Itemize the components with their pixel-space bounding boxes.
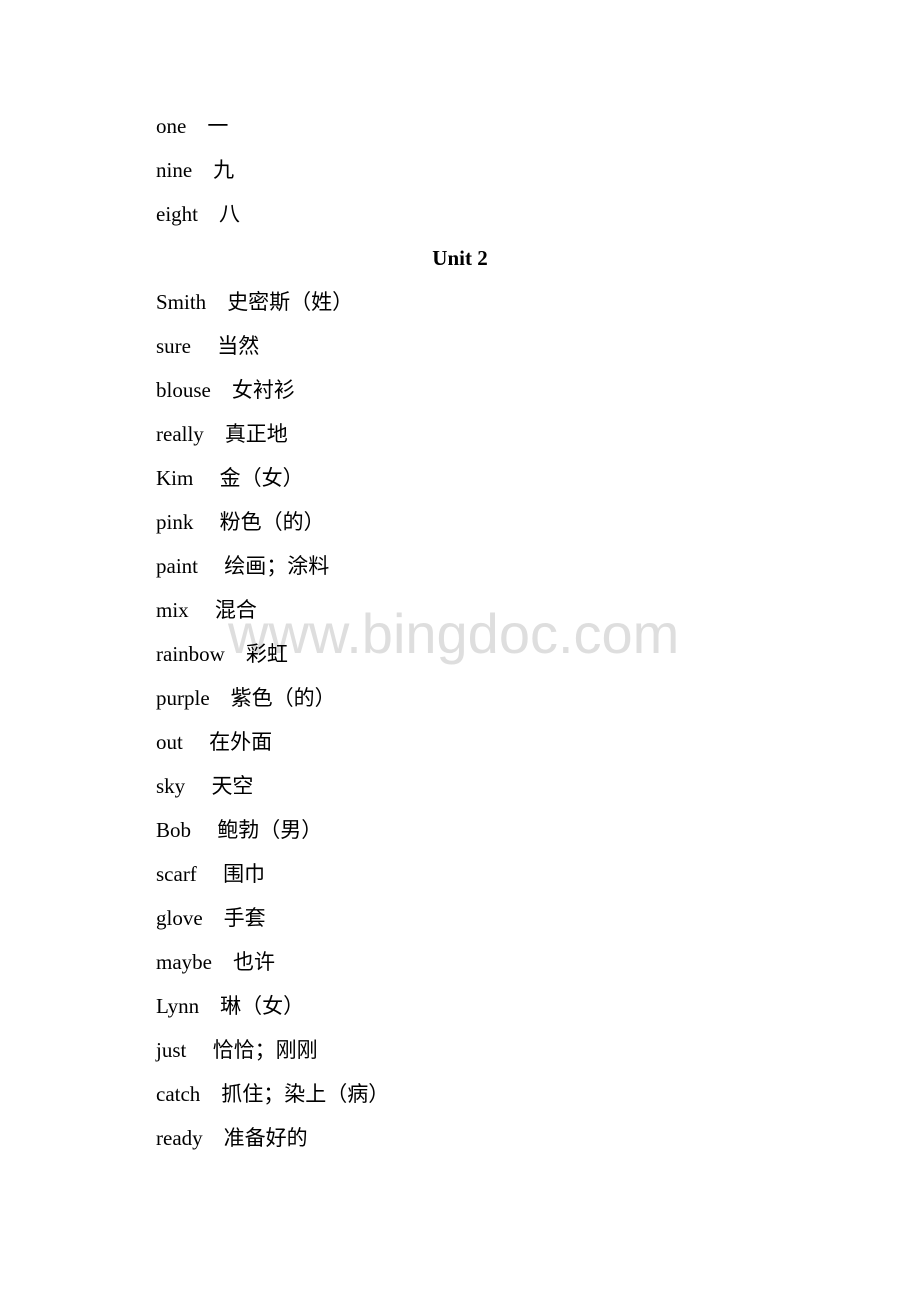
chinese-translation: 真正地 — [224, 422, 288, 446]
vocabulary-entry: scarf 围巾 — [156, 862, 265, 886]
vocabulary-entry: Smith 史密斯（姓） — [156, 290, 353, 314]
chinese-translation: 恰恰；刚刚 — [212, 1038, 318, 1062]
english-word: purple — [156, 686, 210, 710]
vocabulary-entry: eight 八 — [156, 202, 240, 226]
vocabulary-entry: really 真正地 — [156, 422, 288, 446]
chinese-translation: 八 — [219, 202, 240, 226]
vocabulary-entry: out 在外面 — [156, 730, 272, 754]
chinese-translation: 绘画；涂料 — [224, 554, 330, 578]
chinese-translation: 在外面 — [209, 730, 273, 754]
vocabulary-entry: nine 九 — [156, 158, 234, 182]
unit-heading: Unit 2 — [432, 246, 488, 270]
english-word: Bob — [156, 818, 192, 842]
chinese-translation: 也许 — [232, 950, 275, 974]
vocabulary-entry: one 一 — [156, 114, 228, 138]
vocabulary-entry: sky 天空 — [156, 774, 253, 798]
english-word: ready — [156, 1126, 203, 1150]
chinese-translation: 抓住；染上（病） — [221, 1082, 390, 1106]
chinese-translation: 琳（女） — [220, 994, 305, 1018]
chinese-translation: 围巾 — [223, 862, 266, 886]
english-word: catch — [156, 1082, 201, 1106]
vocabulary-entry: blouse 女衬衫 — [156, 378, 295, 402]
english-word: nine — [156, 158, 193, 182]
vocabulary-entry: just 恰恰；刚刚 — [156, 1038, 318, 1062]
english-word: just — [156, 1038, 187, 1062]
english-word: Kim — [156, 466, 194, 490]
chinese-translation: 紫色（的） — [230, 686, 336, 710]
chinese-translation: 当然 — [217, 334, 260, 358]
vocabulary-entry: Bob 鲍勃（男） — [156, 818, 322, 842]
chinese-translation: 女衬衫 — [231, 378, 295, 402]
vocabulary-entry: catch 抓住；染上（病） — [156, 1082, 389, 1106]
english-word: sky — [156, 774, 186, 798]
watermark-text: www.bingdoc.com — [228, 602, 680, 665]
english-word: Lynn — [156, 994, 200, 1018]
english-word: rainbow — [156, 642, 225, 666]
chinese-translation: 一 — [207, 114, 229, 138]
english-word: paint — [156, 554, 198, 578]
document-page: www.bingdoc.com one 一 nine 九 eight 八 Unit 2… — [0, 0, 920, 1302]
english-word: Smith — [156, 290, 207, 314]
chinese-translation: 史密斯（姓） — [227, 290, 354, 314]
vocabulary-entry: ready 准备好的 — [156, 1126, 308, 1150]
vocabulary-entry: Kim 金（女） — [156, 466, 304, 490]
english-word: pink — [156, 510, 194, 534]
chinese-translation: 准备好的 — [223, 1126, 308, 1150]
chinese-translation: 混合 — [214, 598, 257, 622]
english-word: out — [156, 730, 183, 754]
english-word: sure — [156, 334, 191, 358]
english-word: mix — [156, 598, 189, 622]
chinese-translation: 手套 — [223, 906, 266, 930]
english-word: really — [156, 422, 204, 446]
chinese-translation: 彩虹 — [245, 642, 288, 666]
english-word: one — [156, 114, 187, 138]
english-word: maybe — [156, 950, 212, 974]
english-word: glove — [156, 906, 203, 930]
vocabulary-entry: mix 混合 — [156, 598, 257, 622]
vocabulary-entry: maybe 也许 — [156, 950, 275, 974]
vocabulary-entry: rainbow 彩虹 — [156, 642, 288, 666]
chinese-translation: 天空 — [211, 774, 254, 798]
chinese-translation: 粉色（的） — [219, 510, 325, 534]
vocabulary-entry: purple 紫色（的） — [156, 686, 336, 710]
english-word: blouse — [156, 378, 211, 402]
vocabulary-entry: Lynn 琳（女） — [156, 994, 304, 1018]
chinese-translation: 鲍勃（男） — [217, 818, 323, 842]
vocabulary-entry: paint 绘画；涂料 — [156, 554, 329, 578]
vocabulary-entry: sure 当然 — [156, 334, 259, 358]
vocabulary-entry: pink 粉色（的） — [156, 510, 325, 534]
chinese-translation: 金（女） — [219, 466, 304, 490]
english-word: eight — [156, 202, 198, 226]
chinese-translation: 九 — [213, 158, 235, 182]
vocabulary-entry: glove 手套 — [156, 906, 266, 930]
english-word: scarf — [156, 862, 197, 886]
